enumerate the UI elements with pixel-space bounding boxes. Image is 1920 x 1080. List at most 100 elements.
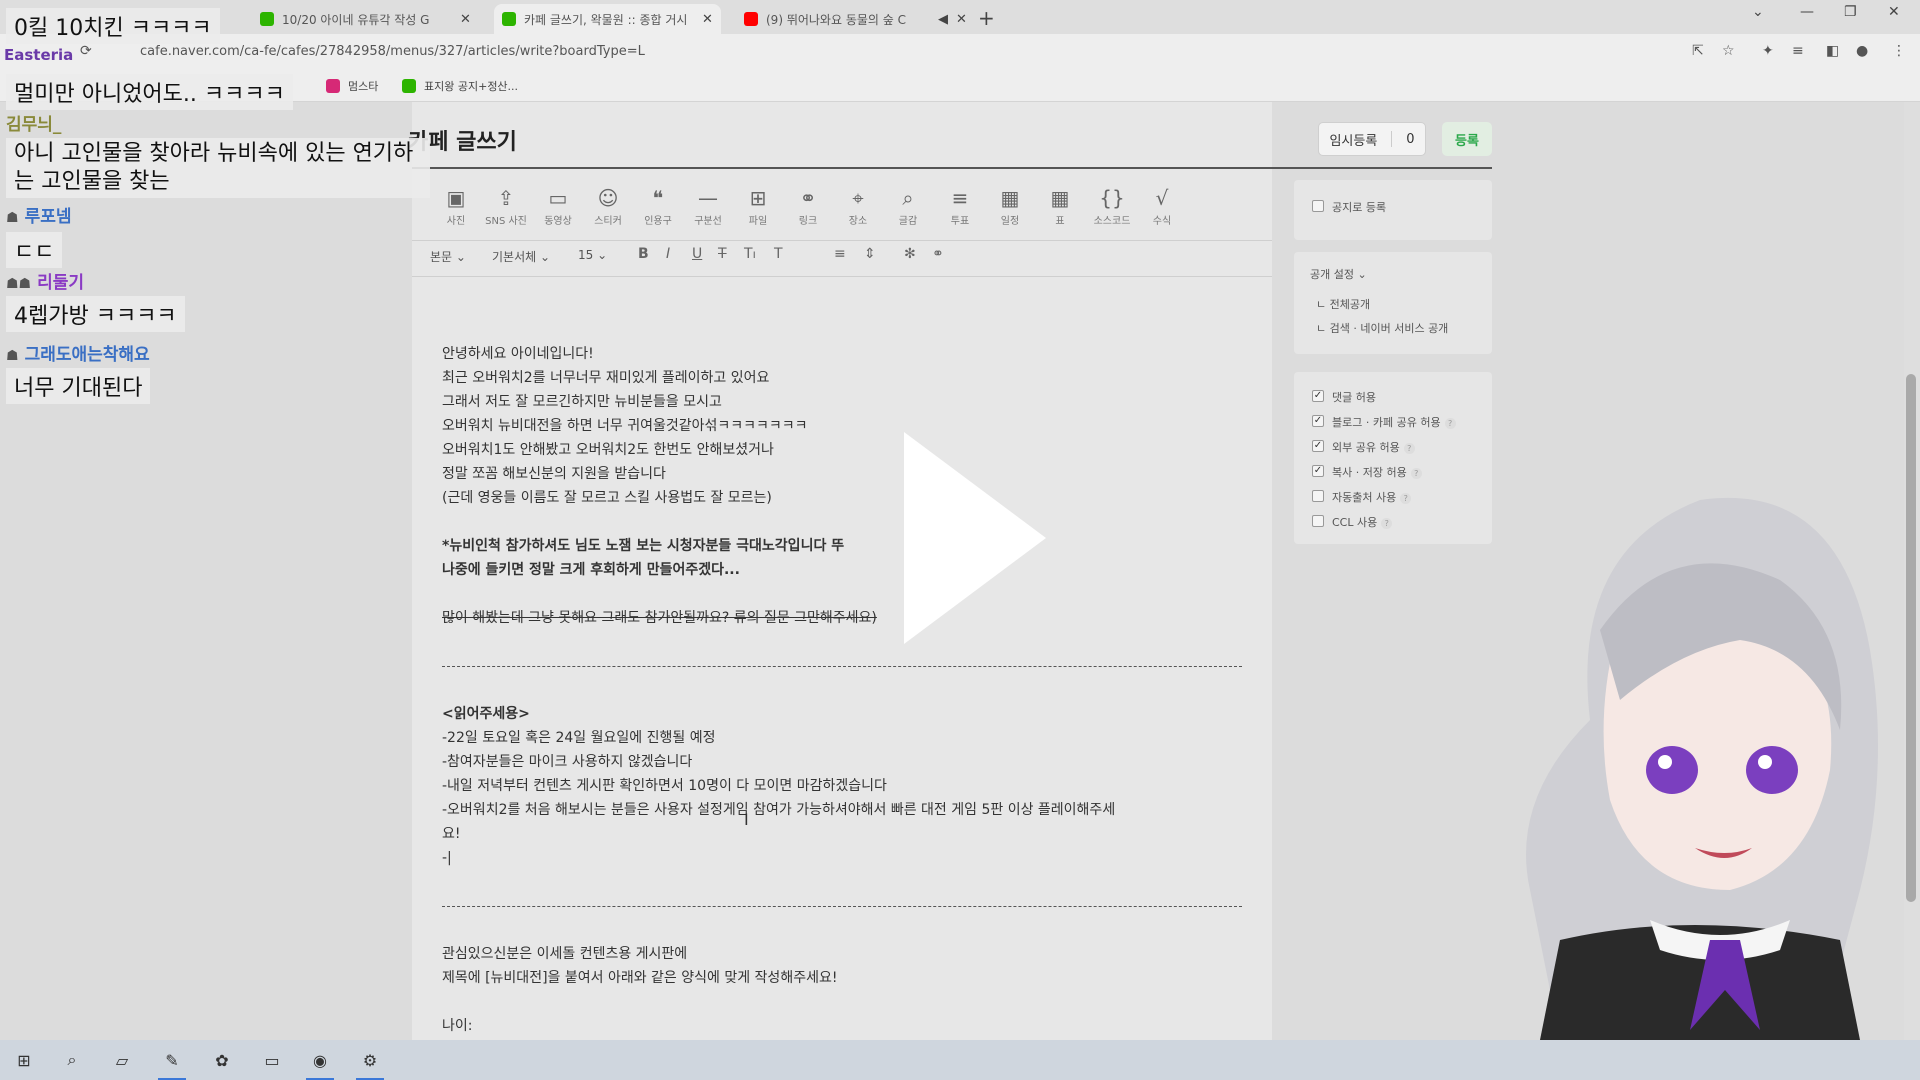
bold-icon[interactable]: B (638, 246, 649, 262)
temp-save-button[interactable]: 임시등록 0 (1318, 122, 1426, 156)
permission-label: 외부 공유 허용? (1332, 439, 1415, 455)
sidepanel-icon[interactable]: ◧ (1826, 43, 1839, 59)
app-icon[interactable]: ✿ (208, 1046, 236, 1074)
bookmark-label: 멈스타 (348, 80, 379, 93)
visibility-option[interactable]: ㄴ 검색 · 네이버 서비스 공개 (1316, 320, 1448, 336)
tab-0[interactable]: 10/20 아이네 유튜각 작성 G ✕ (252, 4, 479, 34)
tool-sticker[interactable]: ☺ 스티커 (584, 184, 632, 227)
paint-app-icon[interactable]: ✎ (158, 1046, 186, 1080)
tool-video[interactable]: ▭ 동영상 (534, 184, 582, 227)
align-icon[interactable]: ≡ (834, 246, 846, 262)
strikethrough-icon[interactable]: T (718, 246, 727, 262)
tab-1[interactable]: 카페 글쓰기, 왁물원 :: 종합 거시 ✕ (494, 4, 721, 34)
material-icon: ⌕ (902, 186, 914, 210)
extensions-icon[interactable]: ✦ (1762, 43, 1774, 59)
app-icon[interactable]: ▱ (108, 1046, 136, 1074)
bookmark-label: 표지왕 공지+정산... (424, 80, 519, 93)
tool-schedule[interactable]: ▦ 일정 (986, 184, 1034, 227)
visibility-title[interactable]: 공개 설정 ⌄ (1310, 266, 1367, 282)
photo-icon: ▣ (446, 186, 466, 210)
robot-icon: ☗ (6, 348, 19, 364)
tool-divider[interactable]: — 구분선 (684, 184, 732, 227)
permission-label: 댓글 허용 (1332, 389, 1376, 405)
tool-source-code[interactable]: {} 소스코드 (1088, 184, 1136, 227)
body-line: (근데 영웅들 이름도 잘 모르고 스킬 사용법도 잘 모르는) (442, 490, 772, 506)
instagram-icon (326, 79, 340, 93)
minimize-icon[interactable]: — (1800, 4, 1814, 20)
tool-label: 소스코드 (1093, 216, 1131, 227)
link-icon[interactable]: ⚭ (932, 246, 944, 262)
search-icon[interactable]: ⌕ (58, 1046, 86, 1074)
tool-sns-photo[interactable]: ⇪ SNS 사진 (482, 184, 530, 227)
bookmark-item[interactable]: 표지왕 공지+정산... (402, 78, 518, 94)
italic-icon[interactable]: I (666, 246, 670, 262)
format-bar-divider (412, 276, 1272, 277)
tab-search-icon[interactable]: ⌄ (1752, 4, 1764, 20)
special-char-icon[interactable]: ✻ (904, 246, 916, 262)
tool-file[interactable]: ⊞ 파일 (734, 184, 782, 227)
share-icon[interactable]: ⇱ (1692, 43, 1704, 59)
close-icon[interactable]: ✕ (956, 12, 967, 27)
restore-icon[interactable]: ❐ (1844, 4, 1857, 20)
url-text[interactable]: cafe.naver.com/ca-fe/cafes/27842958/menu… (140, 44, 645, 59)
help-icon[interactable]: ? (1410, 468, 1422, 479)
close-icon[interactable]: ✕ (460, 12, 471, 27)
file-explorer-icon[interactable]: ▭ (258, 1046, 286, 1074)
media-icon[interactable]: ≡ (1792, 43, 1804, 59)
tool-table[interactable]: ▦ 표 (1036, 184, 1084, 227)
tab-2[interactable]: (9) 뛰어나와요 동물의 숲 C ◀ ✕ (736, 4, 975, 34)
tool-formula[interactable]: √ 수식 (1138, 184, 1186, 227)
tool-quote[interactable]: ❝ 인용구 (634, 184, 682, 227)
help-icon[interactable]: ? (1400, 493, 1412, 504)
visibility-option[interactable]: ㄴ 전체공개 (1316, 296, 1370, 312)
windows-start-icon[interactable]: ⊞ (10, 1046, 38, 1074)
notice-checkbox[interactable] (1312, 200, 1324, 212)
tool-label: 구분선 (694, 216, 722, 227)
permission-checkbox[interactable]: ✓ (1312, 415, 1324, 427)
close-icon[interactable]: ✕ (702, 12, 713, 27)
permission-checkbox[interactable]: ✓ (1312, 390, 1324, 402)
permission-checkbox[interactable]: ✓ (1312, 440, 1324, 452)
tool-label: SNS 사진 (485, 216, 527, 227)
paragraph-style-select[interactable]: 본문 ⌄ (430, 248, 466, 265)
play-icon[interactable] (904, 432, 1046, 644)
tool-photo[interactable]: ▣ 사진 (432, 184, 480, 227)
text-background-icon[interactable]: T (774, 246, 783, 262)
help-icon[interactable]: ? (1403, 443, 1415, 454)
naver-favicon-icon (402, 79, 416, 93)
permission-checkbox[interactable] (1312, 515, 1324, 527)
steam-icon[interactable]: ⚙ (356, 1046, 384, 1080)
permission-checkbox[interactable] (1312, 490, 1324, 502)
chat-username: 리둘기 (37, 273, 85, 293)
tool-link[interactable]: ⚭ 링크 (784, 184, 832, 227)
tab-title: 10/20 아이네 유튜각 작성 G (282, 12, 430, 27)
tool-label: 글감 (898, 216, 918, 227)
underline-icon[interactable]: U (692, 246, 702, 262)
help-icon[interactable]: ? (1381, 518, 1393, 529)
tab-title: 카페 글쓰기, 왁물원 :: 종합 거시 (524, 12, 688, 27)
permission-label: 자동출처 사용? (1332, 489, 1412, 505)
bookmark-item[interactable]: 멈스타 (326, 78, 378, 94)
window-close-icon[interactable]: ✕ (1888, 4, 1900, 20)
font-family-select[interactable]: 기본서체 ⌄ (492, 248, 550, 265)
font-size-select[interactable]: 15 ⌄ (578, 248, 607, 262)
bookmark-star-icon[interactable]: ☆ (1722, 43, 1735, 59)
new-tab-button[interactable]: + (978, 6, 995, 30)
tool-place[interactable]: ⌖ 장소 (834, 184, 882, 227)
help-icon[interactable]: ? (1444, 418, 1456, 429)
tool-label: 스티커 (594, 216, 622, 227)
tool-vote[interactable]: ≡ 투표 (936, 184, 984, 227)
visibility-option-label: 전체공개 (1329, 298, 1371, 311)
menu-icon[interactable]: ⋮ (1892, 43, 1906, 59)
register-button[interactable]: 등록 (1442, 122, 1492, 156)
permission-checkbox[interactable]: ✓ (1312, 465, 1324, 477)
reload-icon[interactable]: ⟳ (80, 43, 92, 59)
tool-material[interactable]: ⌕ 글감 (884, 184, 932, 227)
mute-icon[interactable]: ◀ (938, 12, 948, 27)
line-height-icon[interactable]: ⇕ (864, 246, 876, 262)
robot-icon: ☗ (6, 210, 19, 226)
text-color-icon[interactable]: Tı (744, 246, 756, 262)
chrome-icon[interactable]: ◉ (306, 1046, 334, 1080)
profile-avatar-icon[interactable]: ● (1856, 43, 1868, 59)
editor-body[interactable]: 안녕하세요 아이네입니다! 최근 오버워치2를 너무너무 재미있게 플레이하고 있… (442, 318, 1242, 1062)
